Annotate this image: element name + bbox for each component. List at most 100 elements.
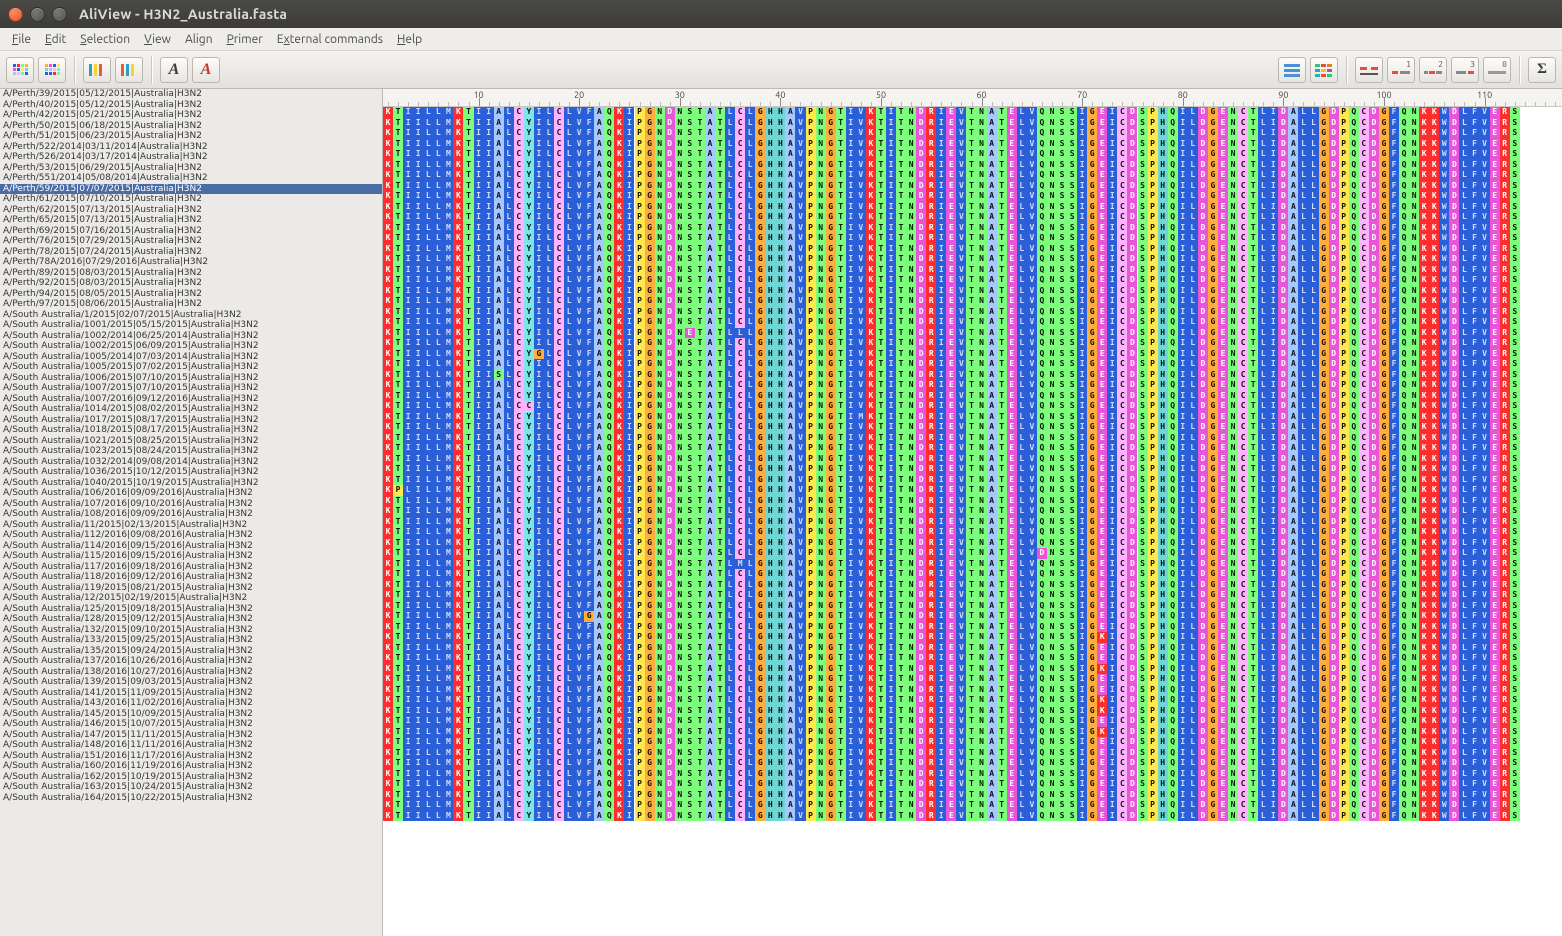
alignment-cell[interactable]: L: [725, 307, 735, 318]
alignment-cell[interactable]: S: [685, 380, 695, 391]
alignment-cell[interactable]: N: [655, 191, 665, 202]
alignment-cell[interactable]: G: [826, 517, 836, 528]
alignment-cell[interactable]: D: [1369, 433, 1379, 444]
alignment-cell[interactable]: I: [413, 181, 423, 192]
alignment-cell[interactable]: L: [1298, 433, 1308, 444]
alignment-cell[interactable]: L: [1309, 160, 1319, 171]
alignment-cell[interactable]: I: [936, 370, 946, 381]
alignment-cell[interactable]: F: [584, 359, 594, 370]
alignment-cell[interactable]: I: [936, 548, 946, 559]
alignment-cell[interactable]: I: [484, 370, 494, 381]
alignment-cell[interactable]: H: [1158, 254, 1168, 265]
alignment-cell[interactable]: R: [1500, 296, 1510, 307]
alignment-cell[interactable]: K: [383, 464, 393, 475]
alignment-cell[interactable]: T: [463, 286, 473, 297]
alignment-cell[interactable]: I: [886, 265, 896, 276]
alignment-cell[interactable]: I: [484, 170, 494, 181]
alignment-cell[interactable]: N: [816, 454, 826, 465]
alignment-cell[interactable]: I: [403, 349, 413, 360]
alignment-cell[interactable]: G: [1379, 443, 1389, 454]
alignment-cell[interactable]: T: [695, 307, 705, 318]
alignment-cell[interactable]: T: [997, 475, 1007, 486]
alignment-cell[interactable]: A: [705, 412, 715, 423]
alignment-cell[interactable]: N: [1228, 170, 1238, 181]
alignment-cell[interactable]: A: [785, 275, 795, 286]
alignment-cell[interactable]: N: [816, 338, 826, 349]
alignment-cell[interactable]: V: [795, 359, 805, 370]
alignment-cell[interactable]: C: [1117, 401, 1127, 412]
alignment-cell[interactable]: N: [675, 128, 685, 139]
alignment-cell[interactable]: Q: [1399, 307, 1409, 318]
alignment-cell[interactable]: P: [635, 118, 645, 129]
alignment-cell[interactable]: H: [775, 275, 785, 286]
alignment-cell[interactable]: T: [836, 548, 846, 559]
alignment-cell[interactable]: V: [956, 307, 966, 318]
alignment-cell[interactable]: P: [1339, 223, 1349, 234]
alignment-cell[interactable]: S: [1510, 118, 1520, 129]
alignment-cell[interactable]: T: [1248, 202, 1258, 213]
alignment-cell[interactable]: E: [1218, 380, 1228, 391]
alignment-cell[interactable]: C: [1238, 181, 1248, 192]
alignment-cell[interactable]: I: [886, 128, 896, 139]
alignment-cell[interactable]: I: [886, 338, 896, 349]
alignment-cell[interactable]: D: [916, 548, 926, 559]
alignment-cell[interactable]: G: [1087, 107, 1097, 118]
alignment-cell[interactable]: V: [856, 527, 866, 538]
alignment-cell[interactable]: F: [584, 370, 594, 381]
alignment-cell[interactable]: L: [433, 391, 443, 402]
alignment-cell[interactable]: W: [1439, 527, 1449, 538]
alignment-cell[interactable]: A: [594, 254, 604, 265]
alignment-cell[interactable]: H: [1158, 296, 1168, 307]
alignment-cell[interactable]: L: [1298, 338, 1308, 349]
alignment-cell[interactable]: Q: [1037, 317, 1047, 328]
alignment-cell[interactable]: G: [1087, 496, 1097, 507]
alignment-cell[interactable]: T: [1248, 128, 1258, 139]
alignment-cell[interactable]: A: [494, 286, 504, 297]
alignment-cell[interactable]: A: [494, 233, 504, 244]
alignment-cell[interactable]: K: [1419, 160, 1429, 171]
alignment-cell[interactable]: N: [816, 118, 826, 129]
alignment-cell[interactable]: A: [594, 265, 604, 276]
alignment-cell[interactable]: S: [1138, 296, 1148, 307]
alignment-cell[interactable]: E: [1218, 485, 1228, 496]
alignment-cell[interactable]: D: [665, 401, 675, 412]
alignment-cell[interactable]: T: [836, 454, 846, 465]
alignment-cell[interactable]: D: [1127, 496, 1137, 507]
alignment-cell[interactable]: C: [735, 212, 745, 223]
alignment-cell[interactable]: P: [1148, 538, 1158, 549]
alignment-cell[interactable]: I: [1178, 170, 1188, 181]
alignment-cell[interactable]: F: [1389, 391, 1399, 402]
alignment-cell[interactable]: I: [1107, 244, 1117, 255]
alignment-cell[interactable]: N: [906, 401, 916, 412]
alignment-cell[interactable]: N: [1228, 517, 1238, 528]
alignment-cell[interactable]: I: [1268, 139, 1278, 150]
alignment-cell[interactable]: D: [1449, 359, 1459, 370]
alignment-cell[interactable]: C: [514, 559, 524, 570]
alignment-cell[interactable]: I: [1178, 307, 1188, 318]
alignment-cell[interactable]: C: [1359, 485, 1369, 496]
alignment-cell[interactable]: T: [695, 160, 705, 171]
alignment-cell[interactable]: I: [403, 128, 413, 139]
alignment-cell[interactable]: L: [564, 149, 574, 160]
alignment-cell[interactable]: D: [1449, 412, 1459, 423]
alignment-cell[interactable]: L: [544, 202, 554, 213]
alignment-cell[interactable]: S: [1057, 202, 1067, 213]
alignment-cell[interactable]: Q: [1037, 496, 1047, 507]
alignment-cell[interactable]: G: [826, 454, 836, 465]
alignment-cell[interactable]: C: [1359, 527, 1369, 538]
alignment-cell[interactable]: C: [1117, 170, 1127, 181]
alignment-cell[interactable]: A: [1288, 296, 1298, 307]
alignment-cell[interactable]: L: [735, 328, 745, 339]
alignment-cell[interactable]: D: [1198, 244, 1208, 255]
alignment-cell[interactable]: N: [1047, 412, 1057, 423]
alignment-cell[interactable]: V: [795, 128, 805, 139]
alignment-cell[interactable]: D: [1278, 517, 1288, 528]
alignment-cell[interactable]: E: [1097, 149, 1107, 160]
alignment-cell[interactable]: N: [906, 475, 916, 486]
alignment-cell[interactable]: A: [494, 527, 504, 538]
alignment-cell[interactable]: G: [1319, 496, 1329, 507]
alignment-cell[interactable]: C: [1359, 328, 1369, 339]
alignment-cell[interactable]: N: [655, 401, 665, 412]
alignment-cell[interactable]: I: [846, 370, 856, 381]
alignment-cell[interactable]: C: [1238, 265, 1248, 276]
